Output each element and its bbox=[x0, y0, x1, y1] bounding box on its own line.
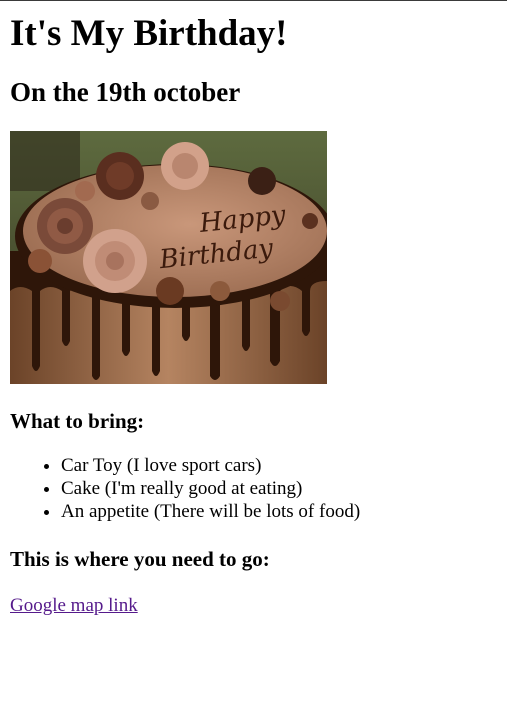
bring-item: Cake (I'm really good at eating) bbox=[61, 477, 500, 500]
page-title: It's My Birthday! bbox=[10, 13, 288, 54]
bring-list: Car Toy (I love sport cars) Cake (I'm re… bbox=[10, 454, 500, 523]
bring-heading: What to bring: bbox=[10, 409, 145, 433]
page-content: It's My Birthday! On the 19th october Ha… bbox=[10, 1, 500, 617]
google-map-link[interactable]: Google map link bbox=[10, 595, 138, 616]
bring-item: An appetite (There will be lots of food) bbox=[61, 500, 500, 523]
map-link-paragraph: Google map link bbox=[10, 594, 500, 617]
bring-item: Car Toy (I love sport cars) bbox=[61, 454, 500, 477]
location-heading: This is where you need to go: bbox=[10, 547, 270, 571]
party-date: On the 19th october bbox=[10, 77, 241, 107]
birthday-cake-image: Happy Birthday bbox=[10, 131, 327, 384]
